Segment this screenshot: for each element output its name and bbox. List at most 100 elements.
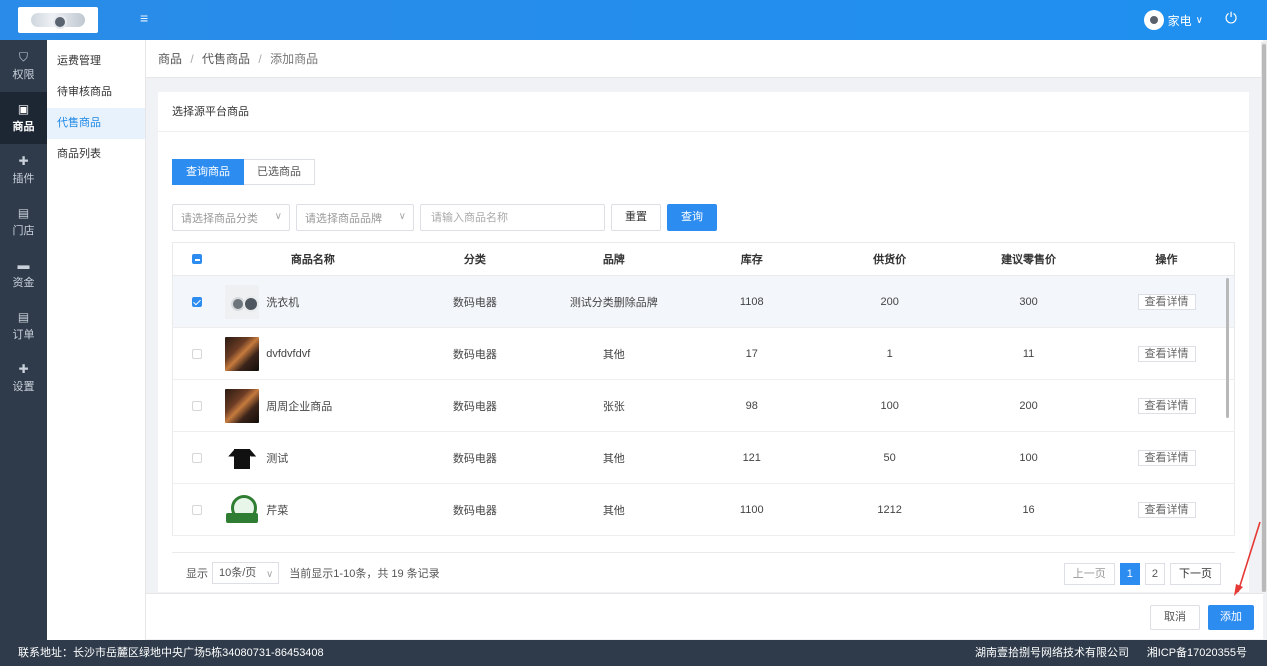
- row-check-cell: [173, 296, 221, 307]
- col-header-brand: 品牌: [602, 254, 625, 266]
- brand-logo[interactable]: [18, 7, 98, 33]
- category-select[interactable]: 请选择商品分类 ∨: [172, 204, 290, 231]
- row-check-cell: [173, 348, 221, 359]
- document-icon: ▤: [17, 309, 30, 324]
- supply-price-cell: 1212: [877, 503, 902, 516]
- sub-nav: 运费管理 待审核商品 代售商品 商品列表: [47, 40, 146, 640]
- main-nav: ⛉ 权限 ▣ 商品 ✚ 插件 ▤ 门店 ▬ 资金 ▤ 订单 ✚ 设置: [0, 40, 47, 640]
- stock-cell: 98: [745, 399, 758, 412]
- view-details-button[interactable]: 查看详情: [1137, 293, 1196, 310]
- table-row[interactable]: 周周企业商品 数码电器 张张 98 100 200 查看详情: [172, 380, 1235, 432]
- power-icon[interactable]: ⏻: [1223, 11, 1239, 27]
- table-row[interactable]: dvfdvfdvf 数码电器 其他 17 1 11 查看详情: [172, 328, 1235, 380]
- row-checkbox[interactable]: [192, 504, 203, 515]
- category-cell: 数码电器: [452, 296, 497, 309]
- retail-price-cell: 100: [1019, 451, 1038, 464]
- nav-item-stores[interactable]: ▤ 门店: [0, 196, 47, 248]
- cancel-button[interactable]: 取消: [1150, 605, 1200, 630]
- row-checkbox[interactable]: [192, 348, 203, 359]
- user-name: 家电: [1167, 13, 1192, 28]
- nav-item-goods[interactable]: ▣ 商品: [0, 92, 47, 144]
- icp-record[interactable]: 湘ICP备17020355号: [1147, 640, 1247, 666]
- tab-selected-goods[interactable]: 已选商品: [244, 159, 315, 185]
- page-button-1[interactable]: 1: [1119, 563, 1140, 585]
- breadcrumb-item[interactable]: 商品: [158, 52, 182, 66]
- view-details-button[interactable]: 查看详情: [1137, 501, 1196, 518]
- select-all-checkbox[interactable]: [192, 254, 203, 264]
- wallet-icon: ▬: [17, 257, 30, 272]
- nav-item-plugins[interactable]: ✚ 插件: [0, 144, 47, 196]
- supply-price-cell: 50: [883, 451, 896, 464]
- prev-page-button[interactable]: 上一页: [1063, 563, 1115, 585]
- goods-name-input[interactable]: [420, 204, 605, 231]
- col-header-category: 分类: [463, 254, 486, 266]
- reset-button[interactable]: 重置: [611, 204, 661, 231]
- brand-select-placeholder: 请选择商品品牌: [305, 212, 382, 225]
- avatar: [1143, 10, 1164, 30]
- goods-name: 测试: [266, 452, 289, 465]
- nav-item-orders[interactable]: ▤ 订单: [0, 300, 47, 352]
- top-bar: ≡ 家电 ∨ ⏻: [0, 0, 1267, 40]
- pagination-summary: 当前显示1-10条，共 19 条记录: [289, 567, 440, 580]
- row-checkbox[interactable]: [192, 400, 203, 411]
- site-footer: 联系地址：长沙市岳麓区绿地中央广场5栋34080731-86453408 湖南壹…: [0, 640, 1267, 666]
- next-page-button[interactable]: 下一页: [1170, 563, 1221, 585]
- goods-thumbnail: [225, 492, 260, 527]
- action-cell: 查看详情: [1099, 345, 1234, 362]
- col-header-actions: 操作: [1155, 254, 1178, 266]
- table-scrollbar[interactable]: [1226, 278, 1229, 418]
- subnav-item-goods-list[interactable]: 商品列表: [47, 139, 145, 170]
- subnav-item-shipping[interactable]: 运费管理: [47, 46, 145, 77]
- table-row[interactable]: 芹菜 数码电器 其他 1100 1212 16 查看详情: [172, 484, 1235, 536]
- table-header: 商品名称 分类 品牌 库存 供货价 建议零售价 操作: [172, 242, 1235, 276]
- add-button[interactable]: 添加: [1208, 605, 1254, 630]
- search-button[interactable]: 查询: [667, 204, 717, 231]
- goods-name-cell: 洗衣机: [221, 284, 404, 319]
- view-details-button[interactable]: 查看详情: [1137, 397, 1196, 414]
- subnav-item-consignment[interactable]: 代售商品: [47, 108, 145, 139]
- nav-item-settings[interactable]: ✚ 设置: [0, 352, 47, 404]
- supply-price-cell: 100: [880, 399, 899, 412]
- table-row[interactable]: 洗衣机 数码电器 测试分类删除品牌 1108 200 300 查看详情: [172, 276, 1235, 328]
- page-size-select[interactable]: 10条/页 ∨: [212, 561, 280, 584]
- page-button-2[interactable]: 2: [1144, 563, 1165, 585]
- breadcrumb-current: 添加商品: [270, 52, 319, 66]
- breadcrumb-item[interactable]: 代售商品: [202, 52, 250, 66]
- view-details-button[interactable]: 查看详情: [1137, 345, 1196, 362]
- action-cell: 查看详情: [1099, 449, 1234, 466]
- company-name[interactable]: 湖南壹拾捌号网络技术有限公司: [975, 640, 1129, 666]
- row-checkbox[interactable]: [192, 452, 203, 463]
- retail-price-cell: 16: [1022, 503, 1035, 516]
- breadcrumb-separator: /: [190, 52, 194, 66]
- brand-cell: 其他: [602, 452, 625, 465]
- brand-cell: 其他: [602, 504, 625, 517]
- row-checkbox[interactable]: [192, 296, 203, 307]
- brand-select[interactable]: 请选择商品品牌 ∨: [296, 204, 414, 231]
- contact-address: 联系地址：长沙市岳麓区绿地中央广场5栋34080731-86453408: [18, 647, 324, 659]
- chevron-down-icon: ∨: [274, 211, 282, 222]
- view-details-button[interactable]: 查看详情: [1137, 449, 1196, 466]
- goods-name-cell: 芹菜: [221, 492, 404, 527]
- shield-icon: ⛉: [18, 49, 28, 64]
- tab-query-goods[interactable]: 查询商品: [172, 159, 244, 185]
- stock-cell: 17: [745, 347, 758, 360]
- supply-price-cell: 1: [886, 347, 893, 360]
- page-scrollbar[interactable]: [1261, 42, 1267, 592]
- nav-label: 设置: [12, 380, 35, 393]
- breadcrumb-separator: /: [258, 52, 262, 66]
- brand-cell: 测试分类删除品牌: [569, 296, 658, 309]
- action-cell: 查看详情: [1099, 397, 1234, 414]
- annotation-arrow: [1234, 521, 1261, 596]
- subnav-item-pending-review[interactable]: 待审核商品: [47, 77, 145, 108]
- category-cell: 数码电器: [452, 400, 497, 413]
- retail-price-cell: 11: [1022, 347, 1035, 360]
- retail-price-cell: 200: [1019, 399, 1038, 412]
- goods-name: dvfdvfdvf: [266, 347, 311, 360]
- user-menu[interactable]: 家电 ∨: [1143, 10, 1203, 30]
- hamburger-icon[interactable]: ≡: [140, 11, 152, 25]
- goods-name: 周周企业商品: [266, 400, 333, 413]
- row-check-cell: [173, 452, 221, 463]
- table-row[interactable]: 测试 数码电器 其他 121 50 100 查看详情: [172, 432, 1235, 484]
- nav-item-funds[interactable]: ▬ 资金: [0, 248, 47, 300]
- nav-item-permissions[interactable]: ⛉ 权限: [0, 40, 47, 92]
